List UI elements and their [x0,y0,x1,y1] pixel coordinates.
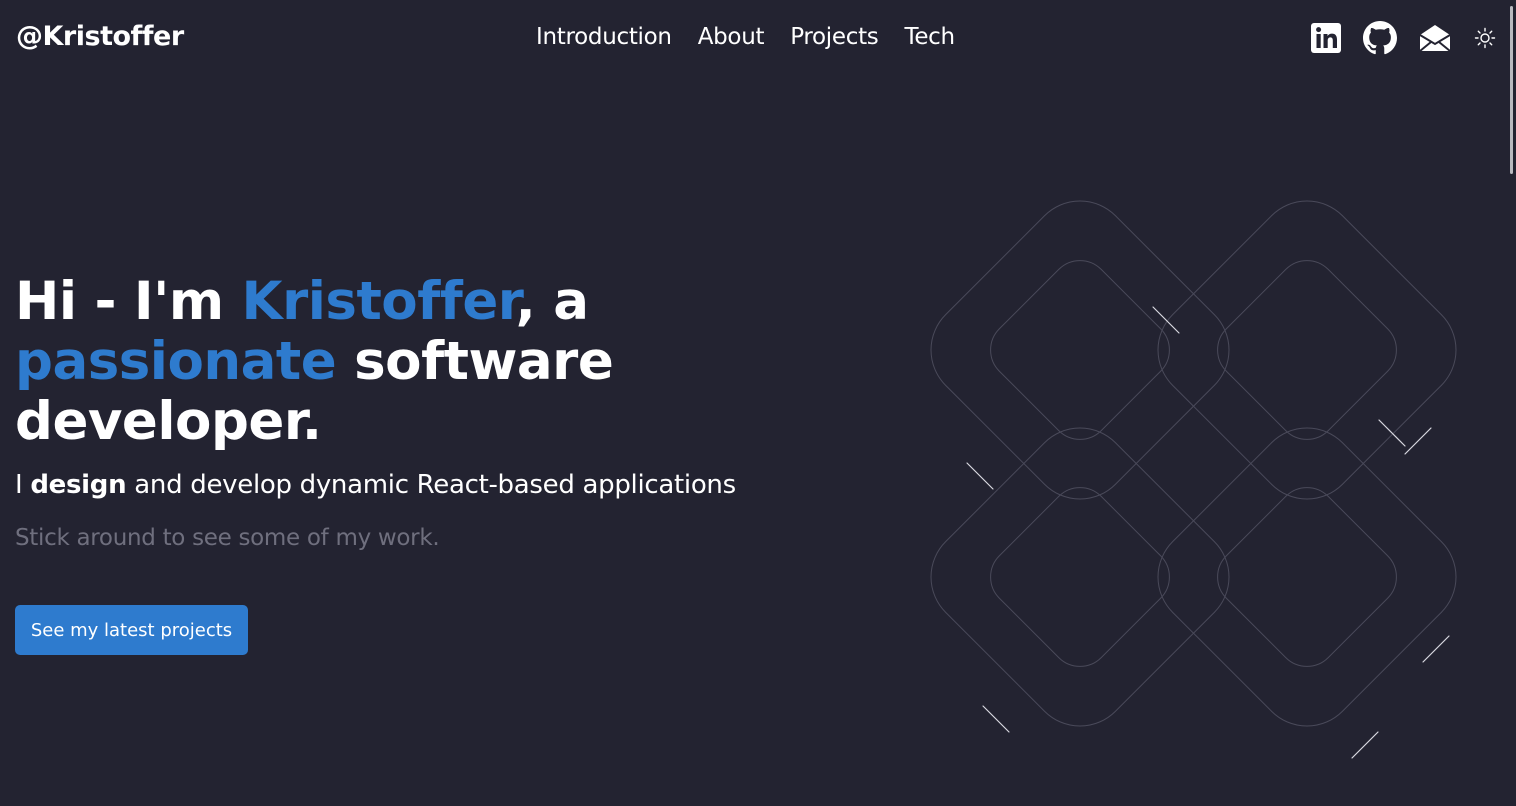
inner-diamond-bottom-right [1217,487,1397,667]
hero-section: Hi - I'm Kristoffer, a passionate softwa… [15,272,835,452]
highlight-segment-1 [1152,306,1180,334]
hero-title: Hi - I'm Kristoffer, a passionate softwa… [15,272,835,452]
nav-link-projects[interactable]: Projects [790,24,879,50]
hero-subtitle-prefix: I [15,470,31,500]
highlight-segment-7 [1351,731,1379,759]
linkedin-icon[interactable] [1309,21,1343,55]
hero-subtitle-rest: and develop dynamic React-based applicat… [126,470,736,500]
highlight-segment-5 [1422,635,1450,663]
highlight-segment-4 [966,462,994,490]
site-logo[interactable]: @Kristoffer [16,21,184,52]
hero-muted-text: Stick around to see some of my work. [15,525,440,551]
hero-title-part1: Hi - I'm [15,271,242,332]
nav-link-tech[interactable]: Tech [904,24,955,50]
hero-subtitle-bold: design [30,470,127,500]
nav-link-introduction[interactable]: Introduction [536,24,672,50]
highlight-segment-2 [1378,419,1406,447]
scrollbar-thumb[interactable] [1510,6,1513,174]
hero-title-part2: , a [515,271,589,332]
site-header: @Kristoffer Introduction About Projects … [0,0,1516,80]
outer-diamond-bottom-right [1157,427,1457,727]
hero-title-name: Kristoffer [241,271,517,332]
decorative-line-art [930,200,1457,759]
highlight-segment-3 [1404,427,1432,455]
outer-diamond-top-right [1157,200,1457,500]
hero-subtitle: I design and develop dynamic React-based… [15,470,736,500]
hero-title-accent: passionate [15,331,337,392]
page-scrollbar[interactable] [1506,0,1516,806]
outer-diamond-bottom-left [930,427,1230,727]
nav-link-about[interactable]: About [698,24,765,50]
inner-diamond-top-right [1217,260,1397,440]
github-icon[interactable] [1363,21,1397,55]
highlight-segment-6 [982,705,1010,733]
see-projects-button[interactable]: See my latest projects [15,605,248,655]
mail-icon[interactable] [1418,21,1452,55]
inner-diamond-bottom-left [990,487,1170,667]
theme-toggle-icon[interactable] [1474,27,1496,49]
main-nav: Introduction About Projects Tech [536,24,955,50]
outer-diamond-top-left [930,200,1230,500]
social-links [1308,21,1496,55]
inner-diamond-top-left [990,260,1170,440]
